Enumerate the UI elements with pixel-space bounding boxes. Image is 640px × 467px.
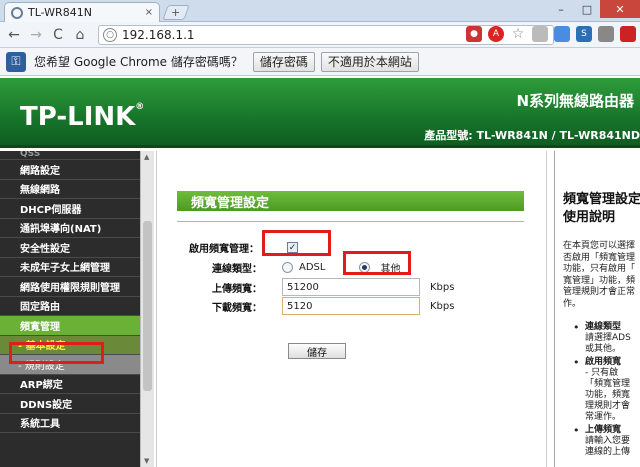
help-item-connection-type: 連線類型 請選擇ADS 或其他。 <box>573 322 640 355</box>
download-bandwidth-input[interactable]: 5120 <box>282 297 420 315</box>
upload-bandwidth-input[interactable]: 51200 <box>282 278 420 296</box>
never-for-site-button[interactable]: 不適用於本網站 <box>320 51 419 72</box>
router-header: TP-LINK® N系列無線路由器 產品型號: TL-WR841N / TL-W… <box>0 78 640 148</box>
save-button[interactable]: 儲存 <box>288 343 346 359</box>
minimize-button[interactable]: – <box>548 0 574 18</box>
tab-title: TL-WR841N <box>28 6 92 19</box>
adblock-icon[interactable]: A <box>488 26 504 42</box>
tp-link-logo: TP-LINK® <box>20 102 145 132</box>
save-password-button[interactable]: 儲存密碼 <box>252 51 315 72</box>
new-tab-button[interactable]: + <box>162 5 190 20</box>
reload-button[interactable]: C <box>48 25 68 45</box>
sidebar-item-security[interactable]: 安全性設定 <box>0 238 140 258</box>
help-list: 連線類型 請選擇ADS 或其他。 啟用頻寬 - 只有啟 「頻寬管理 功能，頻寬 … <box>563 322 640 458</box>
page-icon: ○ <box>103 28 117 42</box>
browser-toolbar: ← → C ⌂ ○ 192.168.1.1 ● A ☆ S <box>0 22 640 48</box>
wrench-icon[interactable] <box>598 26 614 42</box>
connection-type-label: 連線類型： <box>212 264 262 275</box>
extension-red-icon[interactable] <box>620 26 636 42</box>
product-title: N系列無線路由器 <box>516 92 634 110</box>
main-scrollbar[interactable] <box>546 151 554 467</box>
close-tab-icon[interactable]: × <box>145 7 153 18</box>
upload-row: 上傳頻寬： 51200 Kbps <box>212 278 454 296</box>
sidebar-item-system-tools[interactable]: 系統工具 <box>0 414 140 433</box>
help-title: 頻寬管理設定 使用說明 <box>563 192 640 225</box>
sidebar-item-access-control[interactable]: 網路使用權限規則管理 <box>0 277 140 297</box>
help-intro: 在本頁您可以選擇 否啟用「頻寬管理 功能，只有啟用「 寬管理」功能，頻 管理規則… <box>563 241 636 309</box>
panel-title: 頻寬管理設定 <box>177 191 524 211</box>
maximize-button[interactable]: □ <box>574 0 600 18</box>
save-password-infobar: ⚿ 您希望 Google Chrome 儲存密碼嗎？ 儲存密碼 不適用於本網站 <box>0 48 640 76</box>
sidebar-item-network[interactable]: 網路設定 <box>0 160 140 180</box>
bandwidth-panel: 頻寬管理設定 <box>177 191 524 222</box>
main-content: 頻寬管理設定 啟用頻寬管理： ✓ 連線類型： ADSL 其他 上傳頻寬： 512… <box>156 151 546 467</box>
sidebar-item-bandwidth-control[interactable]: 頻寬管理 <box>0 316 140 336</box>
forward-button[interactable]: → <box>26 25 46 45</box>
sidebar-item-dhcp[interactable]: DHCP伺服器 <box>0 199 140 219</box>
sidebar-item-wireless[interactable]: 無線網路 <box>0 180 140 199</box>
scroll-up-icon[interactable]: ▲ <box>144 153 149 161</box>
help-panel: 頻寬管理設定 使用說明 在本頁您可以選擇 否啟用「頻寬管理 功能，只有啟用「 寬… <box>554 151 640 467</box>
upload-label: 上傳頻寬： <box>212 283 262 295</box>
sidebar-scroll-thumb[interactable] <box>143 221 152 391</box>
panel-divider <box>177 221 524 222</box>
star-icon[interactable]: ☆ <box>510 26 526 42</box>
browser-tab-strip: TL-WR841N × + – □ ✕ <box>0 0 640 22</box>
adsl-label: ADSL <box>299 262 326 273</box>
download-row: 下載頻寬： 5120 Kbps <box>212 297 454 315</box>
close-window-button[interactable]: ✕ <box>600 0 640 18</box>
back-button[interactable]: ← <box>4 25 24 45</box>
block-icon[interactable]: ● <box>466 26 482 42</box>
model-number: 產品型號: TL-WR841N / TL-WR841ND <box>424 129 640 142</box>
upload-unit: Kbps <box>430 281 455 293</box>
skype-icon[interactable]: S <box>576 26 592 42</box>
key-icon: ⚿ <box>6 51 26 72</box>
help-item-upload: 上傳頻寬 請輸入您要 連線的上傳 <box>573 425 640 458</box>
router-sidebar: QSS 網路設定 無線網路 DHCP伺服器 通訊埠導向(NAT) 安全性設定 未… <box>0 151 140 467</box>
window-controls: – □ ✕ <box>548 0 640 18</box>
page-action-icon[interactable] <box>532 26 548 42</box>
sidebar-item-ddns[interactable]: DDNS設定 <box>0 394 140 414</box>
sidebar-item-static-routing[interactable]: 固定路由 <box>0 297 140 316</box>
extension-blue-icon[interactable] <box>554 26 570 42</box>
sidebar-scrollbar[interactable]: ▲ ▼ <box>140 151 154 467</box>
help-item-enable: 啟用頻寬 - 只有啟 「頻寬管理 功能，頻寬 理規則才會 常運作。 <box>573 357 640 423</box>
loading-icon <box>11 6 23 19</box>
download-label: 下載頻寬： <box>212 302 262 314</box>
sidebar-item-arp-binding[interactable]: ARP綁定 <box>0 375 140 394</box>
url-text: 192.168.1.1 <box>122 28 195 42</box>
highlight-enable-checkbox <box>262 230 331 256</box>
download-unit: Kbps <box>430 300 455 312</box>
sidebar-item-forwarding[interactable]: 通訊埠導向(NAT) <box>0 219 140 238</box>
scroll-down-icon[interactable]: ▼ <box>144 457 149 465</box>
extension-icons: ● A ☆ S <box>466 26 636 42</box>
enable-label: 啟用頻寬管理： <box>189 244 259 255</box>
browser-tab[interactable]: TL-WR841N × <box>4 2 160 22</box>
highlight-basic-settings <box>9 342 104 364</box>
home-button[interactable]: ⌂ <box>70 25 90 45</box>
sidebar-item-qss[interactable]: QSS <box>0 151 140 160</box>
infobar-message: 您希望 Google Chrome 儲存密碼嗎？ <box>34 55 243 69</box>
highlight-other-radio <box>343 251 411 275</box>
adsl-radio[interactable] <box>282 262 293 273</box>
sidebar-item-parental-control[interactable]: 未成年子女上網管理 <box>0 258 140 277</box>
